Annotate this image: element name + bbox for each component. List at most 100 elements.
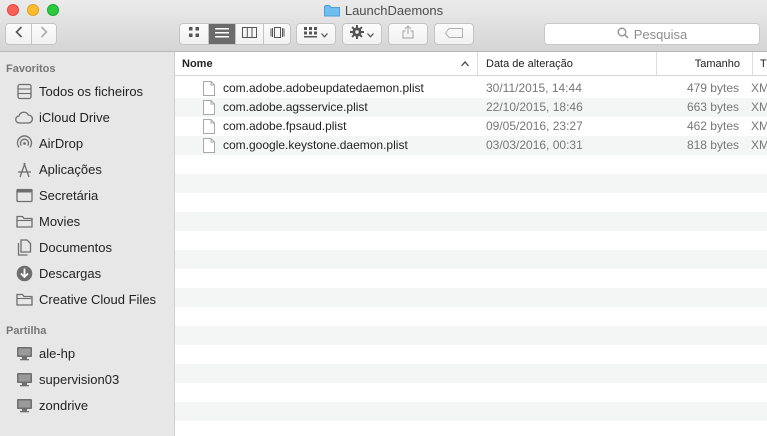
list-view-button[interactable] [207,24,236,44]
plist-file-icon [203,138,215,156]
empty-row [175,364,767,383]
sidebar-item-desktop[interactable]: Secretária [0,182,174,208]
empty-row [175,174,767,193]
title-bar: LaunchDaemons Pesquisa [0,0,767,52]
date-column-header[interactable]: Data de alteração [477,52,656,75]
plist-file-icon [203,100,215,118]
sidebar-item-label: Movies [39,213,81,229]
folder-icon [14,211,34,231]
file-size: 663 bytes [686,100,739,114]
window-title: LaunchDaemons [344,3,444,18]
table-row[interactable]: com.google.keystone.daemon.plist 03/03/2… [175,136,767,155]
name-column-header[interactable]: Nome [175,52,477,75]
date-column-label: Data de alteração [486,58,573,70]
sidebar-item-label: Descargas [39,265,102,281]
table-row[interactable]: com.adobe.agsservice.plist 22/10/2015, 1… [175,98,767,117]
file-kind: XML [751,119,767,133]
documents-icon [14,237,34,257]
shared-section-title: Partilha [6,325,47,337]
sidebar-item-label: supervision03 [39,371,120,387]
sidebar-item-ale-hp[interactable]: ale-hp [0,340,174,366]
folder-icon [323,4,340,20]
file-name: com.google.keystone.daemon.plist [223,138,408,152]
sidebar-item-label: Creative Cloud Files [39,291,157,307]
search-field[interactable]: Pesquisa [544,23,760,45]
file-name: com.adobe.agsservice.plist [223,100,368,114]
sidebar-item-downloads[interactable]: Descargas [0,260,174,286]
cloud-icon [14,107,34,127]
file-kind: XML [751,138,767,152]
file-size: 818 bytes [686,138,739,152]
file-kind: XML [751,100,767,114]
sidebar-item-label: Documentos [39,239,112,255]
chevron-down-icon [367,25,374,43]
file-date: 30/11/2015, 14:44 [486,81,582,95]
table-row[interactable]: com.adobe.fpsaud.plist 09/05/2016, 23:27… [175,117,767,136]
cover-flow-button[interactable] [263,24,290,44]
empty-row [175,421,767,436]
folder-icon [14,289,34,309]
column-view-button[interactable] [235,24,263,44]
arrange-button[interactable] [296,23,336,45]
sidebar-item-documents[interactable]: Documentos [0,234,174,260]
sidebar-item-label: zondrive [39,397,89,413]
share-icon [402,24,414,44]
sidebar-item-supervision03[interactable]: supervision03 [0,366,174,392]
file-name: com.adobe.adobeupdatedaemon.plist [223,81,424,95]
file-date: 22/10/2015, 18:46 [486,100,583,114]
icon-view-button[interactable] [180,24,208,44]
size-column-label: Tamanho [694,58,740,70]
search-icon [617,27,634,42]
sidebar-item-movies[interactable]: Movies [0,208,174,234]
arrange-icon [304,25,318,43]
empty-row [175,402,767,421]
computer-icon [14,343,34,363]
empty-row [175,269,767,288]
file-date: 03/03/2016, 00:31 [486,138,583,152]
tag-icon [444,25,463,43]
sort-ascending-icon [461,52,469,76]
size-column-header[interactable]: Tamanho [656,52,752,75]
sidebar-item-applications[interactable]: Aplicações [0,156,174,182]
computer-icon [14,369,34,389]
favorites-section-title: Favoritos [6,63,56,75]
table-row[interactable]: com.adobe.adobeupdatedaemon.plist 30/11/… [175,79,767,98]
list-view-icon [215,25,230,43]
sidebar-item-airdrop[interactable]: AirDrop [0,130,174,156]
sidebar-item-label: iCloud Drive [39,109,110,125]
empty-row [175,250,767,269]
column-view-icon [242,25,258,43]
plist-file-icon [203,119,215,137]
forward-button[interactable] [31,24,56,44]
sidebar-item-creative-cloud-files[interactable]: Creative Cloud Files [0,286,174,312]
view-mode-control [179,23,291,45]
empty-row [175,326,767,345]
icon-view-icon [188,25,200,43]
plist-file-icon [203,81,215,99]
cover-flow-icon [269,25,286,43]
sidebar-item-label: Aplicações [39,161,102,177]
window-title-area: LaunchDaemons [0,3,767,20]
sidebar-item-label: AirDrop [39,135,84,151]
column-header: Nome Data de alteração Tamanho Tipo [175,52,767,76]
navigation-buttons [5,23,57,45]
empty-row [175,288,767,307]
desktop-icon [14,185,34,205]
edit-tags-button[interactable] [434,23,474,45]
gear-icon [350,24,364,44]
file-size: 462 bytes [686,119,739,133]
file-kind: XML [751,81,767,95]
sidebar-item-icloud-drive[interactable]: iCloud Drive [0,104,174,130]
back-button[interactable] [6,24,31,44]
kind-column-label: Tipo [760,58,767,70]
sidebar-item-all-files[interactable]: Todos os ficheiros [0,78,174,104]
share-button[interactable] [388,23,428,45]
computer-icon [14,395,34,415]
empty-row [175,231,767,250]
file-date: 09/05/2016, 23:27 [486,119,583,133]
action-button[interactable] [342,23,382,45]
kind-column-header[interactable]: Tipo [752,52,767,75]
chevron-left-icon [15,25,23,43]
sidebar-item-zondrive[interactable]: zondrive [0,392,174,418]
empty-row [175,155,767,174]
